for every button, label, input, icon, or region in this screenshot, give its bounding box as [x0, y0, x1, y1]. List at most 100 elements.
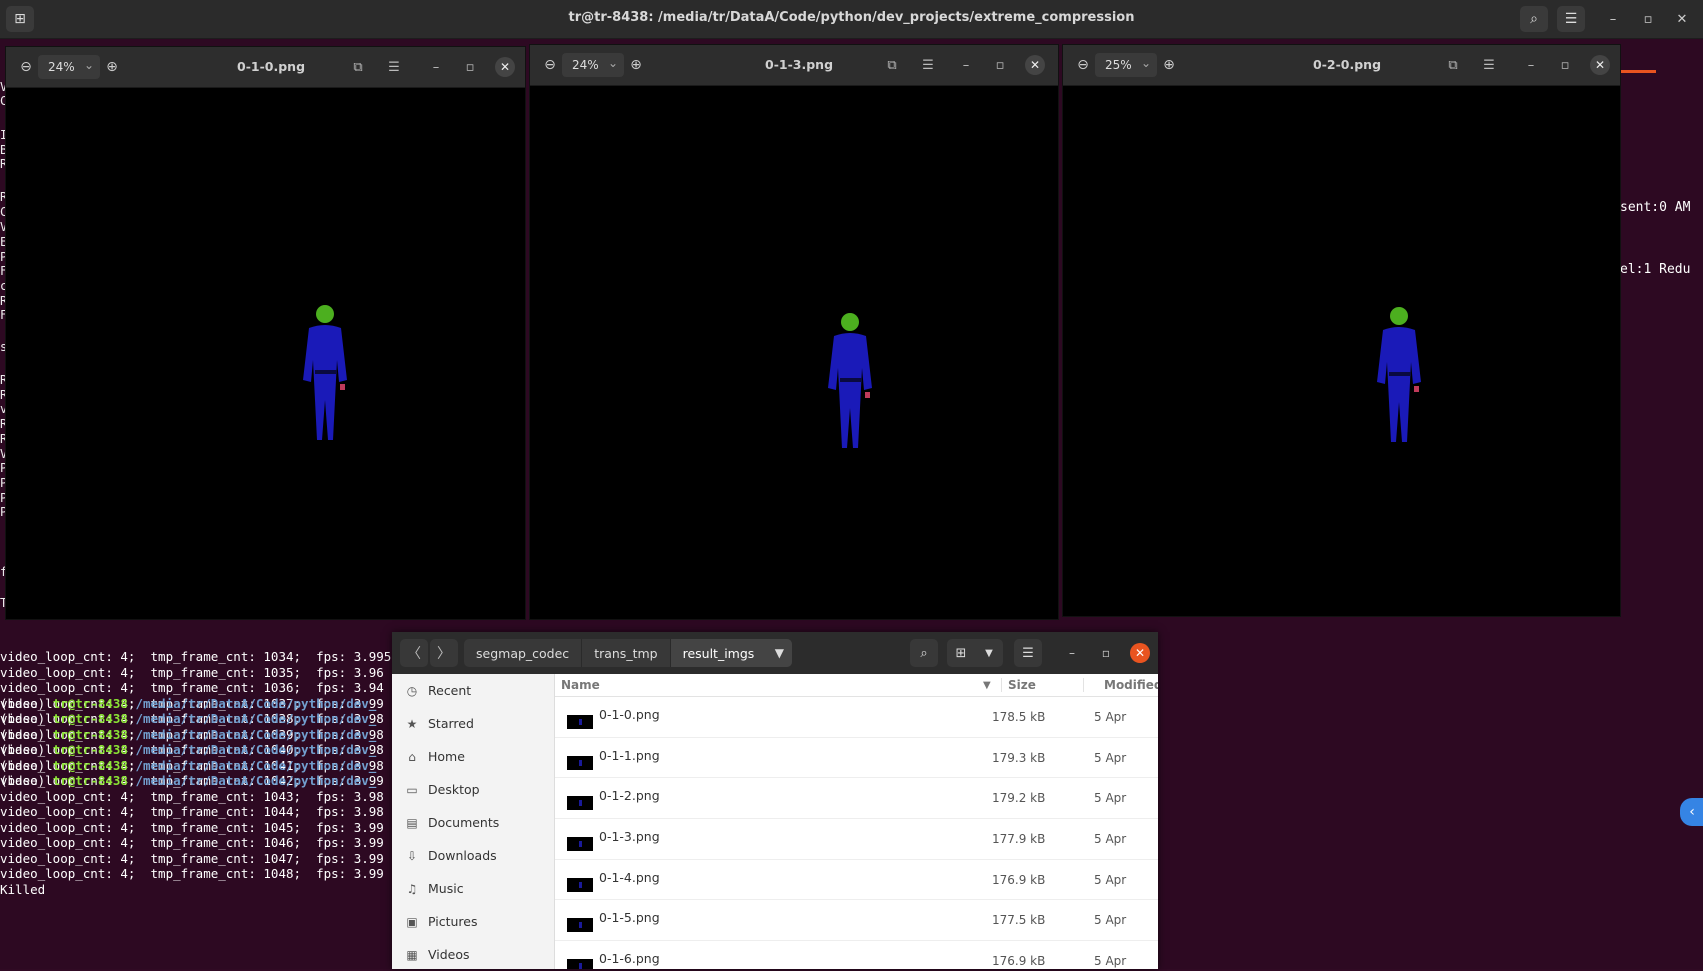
minimize-icon[interactable]: –: [954, 53, 978, 77]
file-row[interactable]: 0-1-6.png 176.9 kB 5 Apr: [555, 941, 1158, 969]
terminal-title: tr@tr-8438: /media/tr/DataA/Code/python/…: [568, 10, 1135, 25]
file-name: 0-1-6.png: [599, 951, 660, 967]
file-name: 0-1-2.png: [599, 788, 660, 804]
zoom-in-icon[interactable]: ⊕: [100, 55, 124, 79]
minimize-icon[interactable]: –: [1062, 643, 1082, 663]
segmented-person-figure: [828, 313, 872, 448]
file-list: Name ▼ Size Modified 0-1-0.png 178.5 kB 5 …: [555, 674, 1158, 969]
sidebar-item-desktop[interactable]: ▭ Desktop: [392, 773, 554, 806]
close-icon[interactable]: ✕: [1672, 9, 1692, 29]
menu-icon[interactable]: ☰: [1557, 6, 1585, 32]
sidebar-item-home[interactable]: ⌂ Home: [392, 740, 554, 773]
viewer-header: ⊖ 24% ⌄ ⊕ 0-1-3.png ⧉ ☰ – ▫ ✕: [530, 45, 1058, 86]
maximize-icon[interactable]: ▫: [988, 53, 1012, 77]
prompt-path: /media/tr/DataA/Code/python/dev_: [135, 742, 377, 757]
zoom-level[interactable]: 24% ⌄: [562, 53, 624, 77]
segmented-person-figure: [1377, 307, 1421, 442]
terminal-prompt-line: (base) tr@tr-8438:/media/tr/DataA/Code/p…: [0, 758, 391, 774]
image-thumbnail-icon: [567, 959, 593, 969]
prompt-path: /media/tr/DataA/Code/python/dev_: [135, 695, 377, 711]
sidebar-item-documents[interactable]: ▤ Documents: [392, 806, 554, 839]
zoom-out-icon[interactable]: ⊖: [1071, 53, 1095, 77]
prompt-env: (base): [0, 695, 53, 711]
close-icon[interactable]: ✕: [495, 57, 515, 77]
desktop-icon: ▭: [406, 782, 418, 797]
prompt-env: (base): [0, 711, 53, 726]
sidebar-item-recent[interactable]: ◷ Recent: [392, 674, 554, 707]
zoom-out-icon[interactable]: ⊖: [14, 55, 38, 79]
sidebar-item-pictures[interactable]: ▣ Pictures: [392, 905, 554, 938]
image-thumbnail-icon: [567, 918, 593, 933]
terminal-line: video_loop_cnt: 4; tmp_frame_cnt: 1034; …: [0, 649, 392, 664]
zoom-level[interactable]: 25% ⌄: [1095, 53, 1157, 77]
maximize-icon[interactable]: ▫: [458, 55, 482, 79]
sidebar-item-videos[interactable]: ▦ Videos: [392, 938, 554, 971]
maximize-icon[interactable]: ▫: [1096, 643, 1116, 663]
view-options-chevron-icon[interactable]: ▼: [975, 639, 1003, 667]
file-manager-window[interactable]: 〈 〉 segmap_codec trans_tmp result_imgs ▼…: [392, 632, 1158, 969]
rotate-icon[interactable]: ⧉: [1441, 53, 1465, 77]
prompt-path: /media/tr/DataA/Code/python/dev_: [135, 773, 377, 788]
search-icon[interactable]: ⌕: [1520, 6, 1548, 32]
close-icon[interactable]: ✕: [1130, 643, 1150, 663]
file-row[interactable]: 0-1-1.png 179.3 kB 5 Apr: [555, 738, 1158, 779]
sidebar-item-music[interactable]: ♫ Music: [392, 872, 554, 905]
file-row[interactable]: 0-1-0.png 178.5 kB 5 Apr: [555, 697, 1158, 738]
minimize-icon[interactable]: –: [424, 55, 448, 79]
menu-icon[interactable]: ☰: [1014, 639, 1042, 667]
breadcrumb-item[interactable]: segmap_codec: [464, 639, 583, 667]
zoom-value: 24%: [572, 58, 599, 72]
sidebar-toggle-chevron-icon[interactable]: ‹: [1680, 798, 1703, 826]
sidebar-item-starred[interactable]: ★ Starred: [392, 707, 554, 740]
maximize-icon[interactable]: ▫: [1553, 53, 1577, 77]
clock-icon: ◷: [406, 683, 418, 698]
image-viewer-window[interactable]: ⊖ 24% ⌄ ⊕ 0-1-0.png ⧉ ☰ – ▫ ✕: [6, 47, 525, 619]
sort-chevron-icon[interactable]: ▼: [983, 680, 991, 691]
search-icon[interactable]: ⌕: [910, 639, 938, 667]
terminal-prompt-line: (base) tr@tr-8438:/media/tr/DataA/Code/p…: [0, 711, 391, 727]
terminal-prompt-line: (base) tr@tr-8438:/media/tr/DataA/Code/p…: [0, 727, 391, 743]
zoom-level[interactable]: 24% ⌄: [38, 55, 100, 79]
zoom-controls: ⊖ 25% ⌄ ⊕: [1071, 52, 1181, 78]
column-name[interactable]: Name: [561, 678, 600, 692]
restore-icon[interactable]: ▫: [1638, 9, 1658, 29]
file-row[interactable]: 0-1-5.png 177.5 kB 5 Apr: [555, 900, 1158, 942]
prompt-user: tr@tr-8438: [52, 742, 128, 757]
zoom-out-icon[interactable]: ⊖: [538, 53, 562, 77]
file-name: 0-1-1.png: [599, 747, 660, 763]
breadcrumb-item-current[interactable]: result_imgs: [670, 639, 767, 667]
file-modified: 5 Apr: [1094, 750, 1127, 765]
zoom-value: 24%: [48, 60, 75, 74]
file-row[interactable]: 0-1-3.png 177.9 kB 5 Apr: [555, 819, 1158, 860]
close-icon[interactable]: ✕: [1590, 55, 1610, 75]
chevron-down-icon[interactable]: ▼: [766, 639, 793, 667]
column-size[interactable]: Size: [1001, 678, 1036, 692]
viewer-title: 0-2-0.png: [1313, 57, 1382, 72]
terminal-header-bar: ⊞ tr@tr-8438: /media/tr/DataA/Code/pytho…: [0, 0, 1703, 39]
image-viewer-window[interactable]: ⊖ 24% ⌄ ⊕ 0-1-3.png ⧉ ☰ – ▫ ✕: [530, 45, 1058, 619]
sidebar-item-downloads[interactable]: ⇩ Downloads: [392, 839, 554, 872]
minimize-icon[interactable]: –: [1519, 53, 1543, 77]
terminal-line: Killed: [0, 881, 46, 897]
close-icon[interactable]: ✕: [1025, 55, 1045, 75]
minimize-icon[interactable]: –: [1603, 9, 1623, 29]
menu-icon[interactable]: ☰: [1477, 53, 1501, 77]
forward-icon[interactable]: 〉: [430, 639, 458, 667]
chevron-down-icon: ⌄: [607, 56, 618, 70]
file-row[interactable]: 0-1-2.png 179.2 kB 5 Apr: [555, 778, 1158, 820]
viewer-header: ⊖ 25% ⌄ ⊕ 0-2-0.png ⧉ ☰ – ▫ ✕: [1063, 45, 1620, 86]
image-viewer-window[interactable]: ⊖ 25% ⌄ ⊕ 0-2-0.png ⧉ ☰ – ▫ ✕: [1063, 45, 1620, 616]
breadcrumb-item[interactable]: trans_tmp: [582, 639, 671, 667]
file-row[interactable]: 0-1-4.png 176.9 kB 5 Apr: [555, 860, 1158, 901]
rotate-icon[interactable]: ⧉: [880, 53, 904, 77]
menu-icon[interactable]: ☰: [916, 53, 940, 77]
column-modified[interactable]: Modified: [1083, 678, 1158, 692]
rotate-icon[interactable]: ⧉: [346, 55, 370, 79]
zoom-in-icon[interactable]: ⊕: [624, 53, 648, 77]
grid-view-icon[interactable]: ⊞: [947, 639, 975, 667]
zoom-in-icon[interactable]: ⊕: [1157, 53, 1181, 77]
prompt-path: /media/tr/DataA/Code/python/dev_: [135, 726, 377, 742]
back-icon[interactable]: 〈: [400, 639, 428, 667]
image-thumbnail-icon: [567, 755, 593, 770]
menu-icon[interactable]: ☰: [382, 55, 406, 79]
